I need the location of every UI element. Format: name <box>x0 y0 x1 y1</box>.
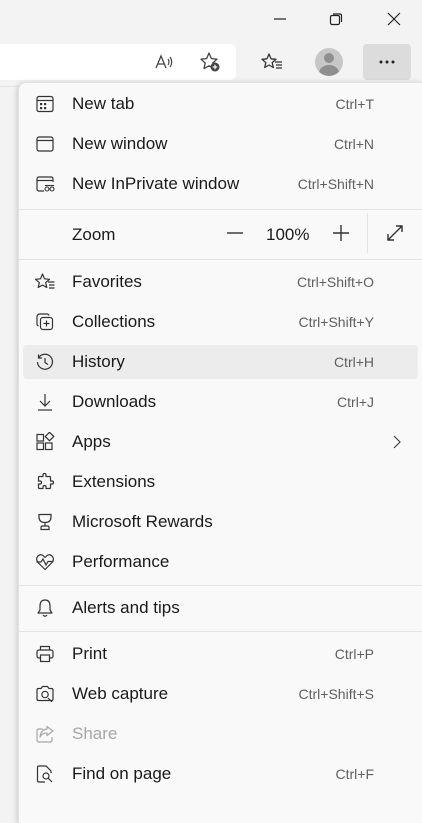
more-options-button[interactable] <box>363 44 411 80</box>
add-favorite-icon <box>200 52 220 72</box>
menu-item-label: Favorites <box>72 272 142 291</box>
restore-icon <box>329 13 343 26</box>
menu-item-shortcut: Ctrl+T <box>335 96 375 112</box>
favorites-button[interactable] <box>254 44 290 80</box>
menu-item-label: Performance <box>72 552 170 571</box>
menu-item-apps[interactable]: Apps <box>23 425 418 459</box>
add-favorite-button[interactable] <box>192 44 228 80</box>
performance-heart-icon <box>35 552 55 572</box>
fullscreen-button[interactable] <box>380 218 410 248</box>
menu-item-label: New window <box>72 134 168 153</box>
minus-icon <box>227 232 243 234</box>
plus-icon <box>333 225 349 241</box>
browser-toolbar <box>0 38 422 88</box>
menu-item-shortcut: Ctrl+Shift+O <box>296 274 374 290</box>
menu-item-new-window[interactable]: New window Ctrl+N <box>23 127 418 161</box>
zoom-value: 100% <box>266 225 310 244</box>
menu-item-label: Print <box>72 644 107 663</box>
zoom-control: Zoom 100% <box>23 211 418 255</box>
menu-item-find-on-page[interactable]: Find on page Ctrl+F <box>23 757 418 791</box>
inprivate-window-icon <box>35 174 55 194</box>
minimize-icon <box>274 18 286 20</box>
download-icon <box>35 392 55 412</box>
title-bar <box>0 0 422 38</box>
collections-icon <box>35 312 55 332</box>
apps-icon <box>35 431 55 452</box>
menu-item-label: Find on page <box>72 764 172 783</box>
menu-item-performance[interactable]: Performance <box>23 545 418 579</box>
zoom-out-button[interactable] <box>220 218 250 248</box>
menu-item-label: Extensions <box>72 472 156 491</box>
new-window-icon <box>35 134 55 154</box>
address-bar[interactable] <box>0 44 236 80</box>
menu-item-label: New InPrivate window <box>72 174 240 193</box>
extensions-icon <box>35 472 55 492</box>
menu-item-shortcut: Ctrl+Shift+N <box>297 176 374 192</box>
menu-item-collections[interactable]: Collections Ctrl+Shift+Y <box>23 305 418 339</box>
menu-item-share[interactable]: Share <box>23 717 418 751</box>
menu-item-shortcut: Ctrl+Shift+S <box>298 686 374 702</box>
menu-item-shortcut: Ctrl+J <box>337 394 374 410</box>
menu-item-new-inprivate-window[interactable]: New InPrivate window Ctrl+Shift+N <box>23 167 418 201</box>
menu-item-print[interactable]: Print Ctrl+P <box>23 637 418 671</box>
rewards-trophy-icon <box>35 512 55 532</box>
favorites-icon <box>34 272 55 292</box>
menu-item-label: Downloads <box>72 392 157 411</box>
minimize-button[interactable] <box>252 0 308 38</box>
read-aloud-button[interactable] <box>146 44 182 80</box>
menu-item-label: History <box>72 352 125 371</box>
menu-item-label: New tab <box>72 94 135 113</box>
new-tab-icon <box>35 94 55 114</box>
profile-button[interactable] <box>311 44 347 80</box>
menu-item-shortcut: Ctrl+F <box>335 766 375 782</box>
history-icon <box>35 352 55 372</box>
zoom-in-button[interactable] <box>326 218 356 248</box>
menu-item-history[interactable]: History Ctrl+H <box>23 345 418 379</box>
find-on-page-icon <box>35 764 55 784</box>
menu-divider <box>19 585 422 586</box>
web-capture-icon <box>35 684 55 704</box>
menu-item-label: Web capture <box>72 684 169 703</box>
favorites-icon <box>261 53 282 69</box>
menu-item-web-capture[interactable]: Web capture Ctrl+Shift+S <box>23 677 418 711</box>
more-options-icon <box>379 60 395 64</box>
menu-divider <box>19 259 422 260</box>
menu-item-extensions[interactable]: Extensions <box>23 465 418 499</box>
menu-item-shortcut: Ctrl+Shift+Y <box>298 314 374 330</box>
read-aloud-icon <box>155 54 173 69</box>
menu-item-shortcut: Ctrl+H <box>333 354 374 370</box>
menu-item-label: Apps <box>72 432 111 451</box>
bell-icon <box>35 598 55 618</box>
menu-item-downloads[interactable]: Downloads Ctrl+J <box>23 385 418 419</box>
toolbar-divider <box>0 86 20 87</box>
chevron-right-icon <box>390 435 404 449</box>
menu-item-shortcut: Ctrl+N <box>333 136 374 152</box>
menu-divider <box>19 631 422 632</box>
menu-item-favorites[interactable]: Favorites Ctrl+Shift+O <box>23 265 418 299</box>
menu-item-label: Share <box>72 724 118 743</box>
close-window-button[interactable] <box>366 0 422 38</box>
menu-item-label: Microsoft Rewards <box>72 512 213 531</box>
zoom-divider <box>367 213 368 253</box>
menu-divider <box>19 209 422 210</box>
printer-icon <box>35 644 55 664</box>
settings-menu: New tab Ctrl+T New window Ctrl+N New InP… <box>18 82 422 823</box>
profile-avatar-icon <box>315 48 343 76</box>
fullscreen-icon <box>387 225 403 241</box>
menu-item-new-tab[interactable]: New tab Ctrl+T <box>23 87 418 121</box>
share-icon <box>35 724 55 744</box>
menu-item-label: Collections <box>72 312 156 331</box>
menu-item-microsoft-rewards[interactable]: Microsoft Rewards <box>23 505 418 539</box>
restore-button[interactable] <box>308 0 364 38</box>
zoom-label: Zoom <box>72 225 116 244</box>
menu-item-alerts-and-tips[interactable]: Alerts and tips <box>23 591 418 625</box>
menu-item-shortcut: Ctrl+P <box>334 646 374 662</box>
close-icon <box>387 12 401 26</box>
menu-item-label: Alerts and tips <box>72 598 180 617</box>
